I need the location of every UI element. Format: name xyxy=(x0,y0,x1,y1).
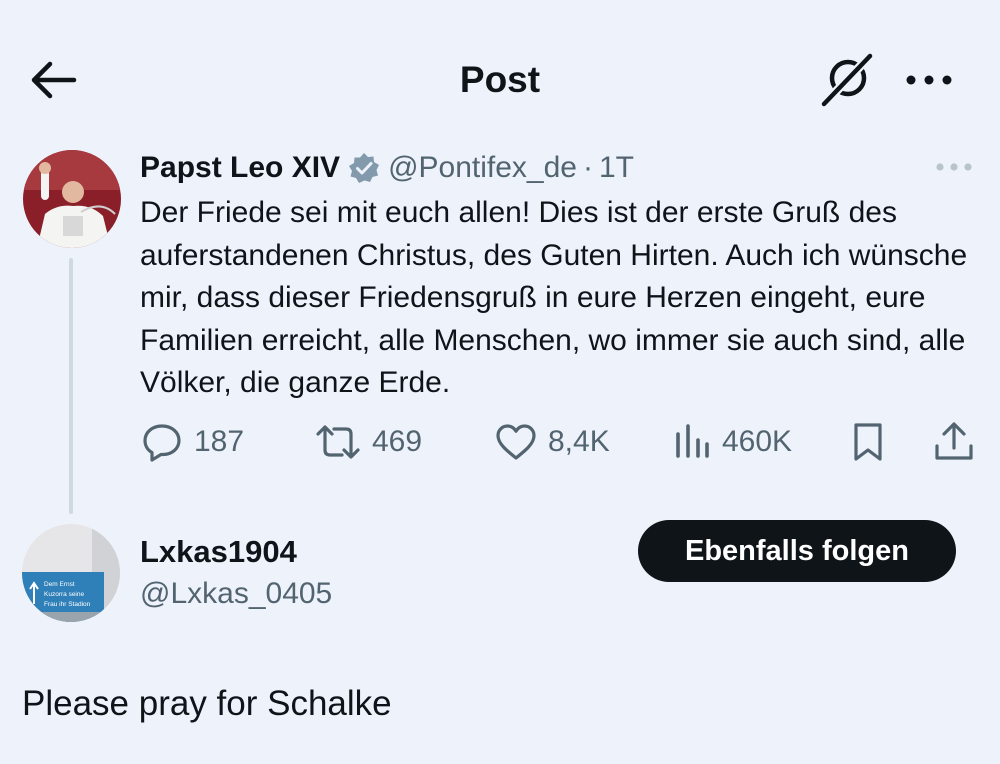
post-text: Der Friede sei mit euch allen! Dies ist … xyxy=(140,196,968,399)
share-button[interactable] xyxy=(932,418,986,466)
more-horizontal-icon xyxy=(906,75,952,85)
avatar-image xyxy=(23,150,121,248)
follow-button[interactable]: Ebenfalls folgen xyxy=(638,520,956,582)
views-chart-icon xyxy=(676,424,709,458)
grok-button[interactable] xyxy=(818,52,876,108)
separator-dot: · xyxy=(582,151,593,184)
reply-user-handle[interactable]: @Lxkas_0405 xyxy=(140,574,332,614)
more-options-button[interactable] xyxy=(898,60,960,100)
reply-text: Please pray for Schalke xyxy=(22,684,392,723)
bookmark-icon xyxy=(854,423,882,461)
reply-count: 187 xyxy=(194,425,245,458)
reply-button[interactable]: 187 xyxy=(140,418,244,466)
author-handle[interactable]: @Pontifex_de xyxy=(388,151,577,185)
avatar-image: Dem Ernst Kuzorra seine Frau ihr Stadion xyxy=(22,524,120,622)
reply-user-avatar[interactable]: Dem Ernst Kuzorra seine Frau ihr Stadion xyxy=(22,524,120,622)
post-timestamp[interactable]: 1T xyxy=(599,151,634,185)
avatar-sign-line-3: Frau ihr Stadion xyxy=(44,601,91,608)
views-count: 460K xyxy=(722,425,793,458)
more-horizontal-icon xyxy=(936,163,972,171)
author-name[interactable]: Papst Leo XIV xyxy=(140,151,340,185)
heart-icon xyxy=(496,424,536,460)
verified-badge-icon xyxy=(349,153,380,183)
author-avatar[interactable] xyxy=(23,150,121,248)
reply-icon xyxy=(143,424,181,462)
post-header: Papst Leo XIV @Pontifex_de · 1T xyxy=(140,148,634,188)
avatar-sign-line-1: Dem Ernst xyxy=(44,581,75,588)
reply-user-name[interactable]: Lxkas1904 xyxy=(140,532,297,572)
avatar-sign-line-2: Kuzorra seine xyxy=(44,591,84,598)
repost-icon xyxy=(316,425,360,459)
like-button[interactable]: 8,4K xyxy=(494,418,610,466)
grok-icon xyxy=(819,52,875,108)
like-count: 8,4K xyxy=(548,425,610,458)
repost-count: 469 xyxy=(372,425,423,458)
repost-button[interactable]: 469 xyxy=(314,418,422,466)
thread-connector-line xyxy=(69,258,73,514)
share-icon xyxy=(935,422,973,460)
post-more-button[interactable] xyxy=(930,150,978,184)
views-button[interactable]: 460K xyxy=(672,418,792,466)
bookmark-button[interactable] xyxy=(848,418,898,466)
